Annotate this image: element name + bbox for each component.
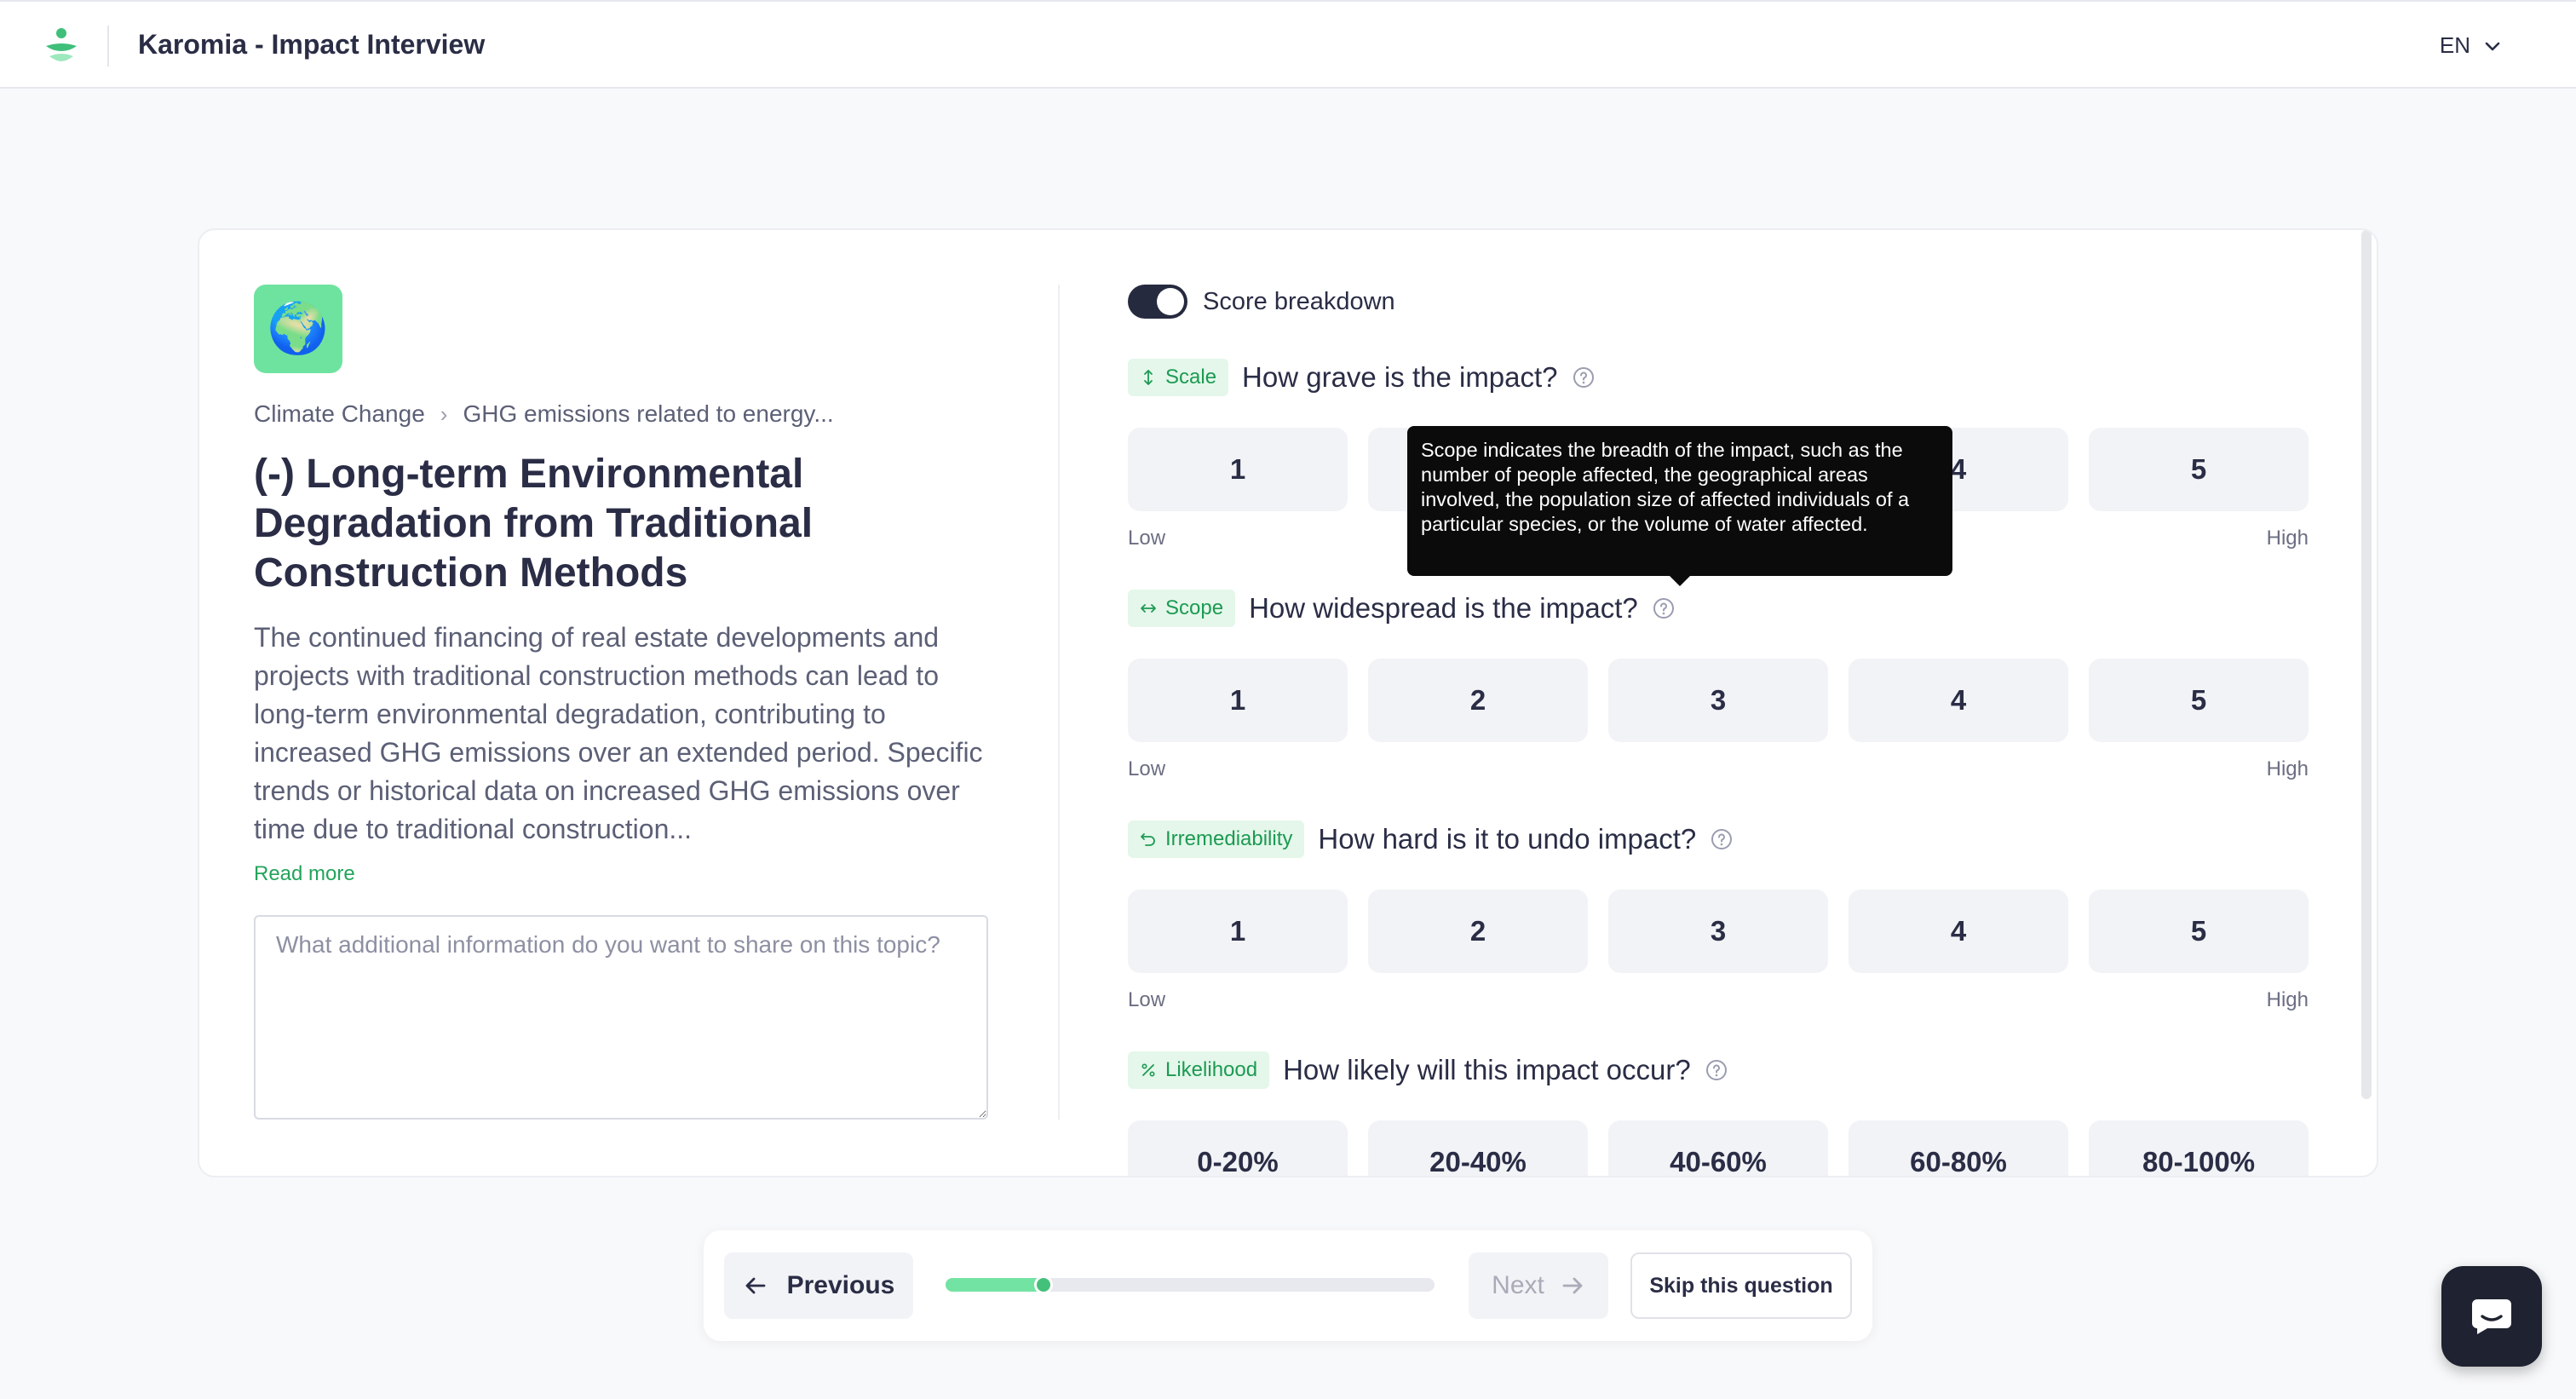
option-group: 1 2 3 4 5: [1128, 889, 2309, 973]
question-irremediability: Irremediability How hard is it to undo i…: [1128, 820, 2309, 1012]
tag-irremediability: Irremediability: [1128, 820, 1305, 858]
tooltip-arrow: [1670, 576, 1690, 586]
option-1[interactable]: 1: [1128, 889, 1348, 973]
app-header: Karomia - Impact Interview EN: [0, 0, 2576, 89]
score-panel: Score breakdown Scale How grave is the i…: [1128, 285, 2309, 1176]
toggle-knob: [1157, 288, 1184, 315]
tag-scope: Scope: [1128, 590, 1236, 627]
option-2[interactable]: 2: [1368, 659, 1588, 742]
high-label: High: [2266, 527, 2309, 550]
scope-tooltip: Scope indicates the breadth of the impac…: [1407, 426, 1952, 576]
interview-card: 🌍 Climate Change › GHG emissions related…: [198, 228, 2378, 1177]
tag-label: Irremediability: [1165, 827, 1293, 850]
score-breakdown-label: Score breakdown: [1203, 287, 1395, 315]
option-5[interactable]: 5: [2089, 659, 2309, 742]
topic-title: (-) Long-term Environmental Degradation …: [254, 452, 814, 596]
option-5[interactable]: 5: [2089, 889, 2309, 973]
option-5[interactable]: 5: [2089, 428, 2309, 511]
score-breakdown-toggle[interactable]: [1128, 285, 1187, 319]
low-label: Low: [1128, 988, 1166, 1011]
breadcrumb-item-subcategory[interactable]: GHG emissions related to energy...: [463, 400, 833, 428]
option-40-60[interactable]: 40-60%: [1608, 1120, 1828, 1176]
option-1[interactable]: 1: [1128, 659, 1348, 742]
high-label: High: [2266, 757, 2309, 780]
tag-likelihood: Likelihood: [1128, 1051, 1270, 1089]
previous-button[interactable]: Previous: [724, 1252, 913, 1319]
language-label: EN: [2439, 32, 2470, 58]
help-circle-icon[interactable]: [1710, 827, 1734, 851]
option-3[interactable]: 3: [1608, 889, 1828, 973]
vertical-arrows-icon: [1144, 370, 1153, 385]
help-circle-icon[interactable]: [1652, 596, 1676, 620]
score-breakdown-row: Score breakdown: [1128, 285, 2309, 319]
percent-icon: [1141, 1063, 1155, 1077]
breadcrumb-item-category[interactable]: Climate Change: [254, 400, 425, 428]
help-circle-icon[interactable]: [1705, 1058, 1728, 1082]
low-label: Low: [1128, 527, 1166, 550]
tag-label: Likelihood: [1165, 1058, 1258, 1081]
help-circle-icon[interactable]: [1572, 366, 1596, 389]
app-title: Karomia - Impact Interview: [138, 29, 486, 60]
question-text: How hard is it to undo impact?: [1318, 823, 1697, 855]
header-divider: [107, 26, 109, 66]
breadcrumb: Climate Change › GHG emissions related t…: [254, 400, 988, 428]
skip-question-button[interactable]: Skip this question: [1630, 1252, 1852, 1319]
next-button[interactable]: Next: [1469, 1252, 1608, 1319]
tag-label: Scale: [1165, 366, 1217, 389]
topic-panel: 🌍 Climate Change › GHG emissions related…: [254, 285, 988, 1124]
panel-divider: [1058, 285, 1060, 1120]
question-scope: Scope How widespread is the impact? 1 2 …: [1128, 589, 2309, 781]
progress-fill: [946, 1278, 1044, 1292]
tag-scale: Scale: [1128, 359, 1229, 396]
scrollbar-thumb[interactable]: [2361, 230, 2372, 1099]
scrollbar[interactable]: [2356, 230, 2377, 1176]
read-more-link[interactable]: Read more: [254, 862, 355, 886]
high-label: High: [2266, 988, 2309, 1011]
undo-icon: [1141, 833, 1155, 846]
arrow-right-icon: [1562, 1277, 1583, 1294]
previous-label: Previous: [786, 1271, 895, 1299]
question-text: How likely will this impact occur?: [1283, 1054, 1691, 1085]
horizontal-arrows-icon: [1141, 604, 1156, 613]
option-group: 0-20% 20-40% 40-60% 60-80% 80-100%: [1128, 1120, 2309, 1176]
option-0-20[interactable]: 0-20%: [1128, 1120, 1348, 1176]
question-text: How widespread is the impact?: [1249, 592, 1638, 624]
low-label: Low: [1128, 757, 1166, 780]
next-label: Next: [1492, 1271, 1544, 1299]
option-group: 1 2 3 4 5: [1128, 659, 2309, 742]
earth-globe-icon: 🌍: [254, 285, 342, 373]
question-likelihood: Likelihood How likely will this impact o…: [1128, 1051, 2309, 1176]
option-60-80[interactable]: 60-80%: [1849, 1120, 2068, 1176]
question-text: How grave is the impact?: [1242, 361, 1558, 393]
progress-marker: [1033, 1275, 1053, 1294]
progress-bar: [946, 1275, 1435, 1294]
chat-bubble-icon: [2472, 1299, 2511, 1334]
option-1[interactable]: 1: [1128, 428, 1348, 511]
chat-widget-button[interactable]: [2441, 1266, 2542, 1367]
option-80-100[interactable]: 80-100%: [2089, 1120, 2309, 1176]
language-selector[interactable]: EN: [2440, 32, 2503, 59]
chevron-right-icon: ›: [440, 400, 448, 427]
option-3[interactable]: 3: [1608, 659, 1828, 742]
question-navigation: Previous Next Skip this question: [704, 1230, 1872, 1341]
tag-label: Scope: [1165, 596, 1224, 619]
question-header: Irremediability How hard is it to undo i…: [1128, 820, 2309, 859]
option-20-40[interactable]: 20-40%: [1368, 1120, 1588, 1176]
chevron-down-icon: [2485, 42, 2500, 50]
arrow-left-icon: [745, 1277, 766, 1294]
topic-description: The continued financing of real estate d…: [254, 622, 983, 844]
scale-labels: Low High: [1128, 757, 2309, 781]
scale-labels: Low High: [1128, 988, 2309, 1012]
question-header: Likelihood How likely will this impact o…: [1128, 1051, 2309, 1090]
option-4[interactable]: 4: [1849, 659, 2068, 742]
additional-info-input[interactable]: [254, 915, 988, 1120]
option-4[interactable]: 4: [1849, 889, 2068, 973]
question-header: Scope How widespread is the impact?: [1128, 589, 2309, 628]
option-2[interactable]: 2: [1368, 889, 1588, 973]
question-header: Scale How grave is the impact?: [1128, 358, 2309, 397]
karomia-logo-icon[interactable]: [41, 26, 82, 66]
